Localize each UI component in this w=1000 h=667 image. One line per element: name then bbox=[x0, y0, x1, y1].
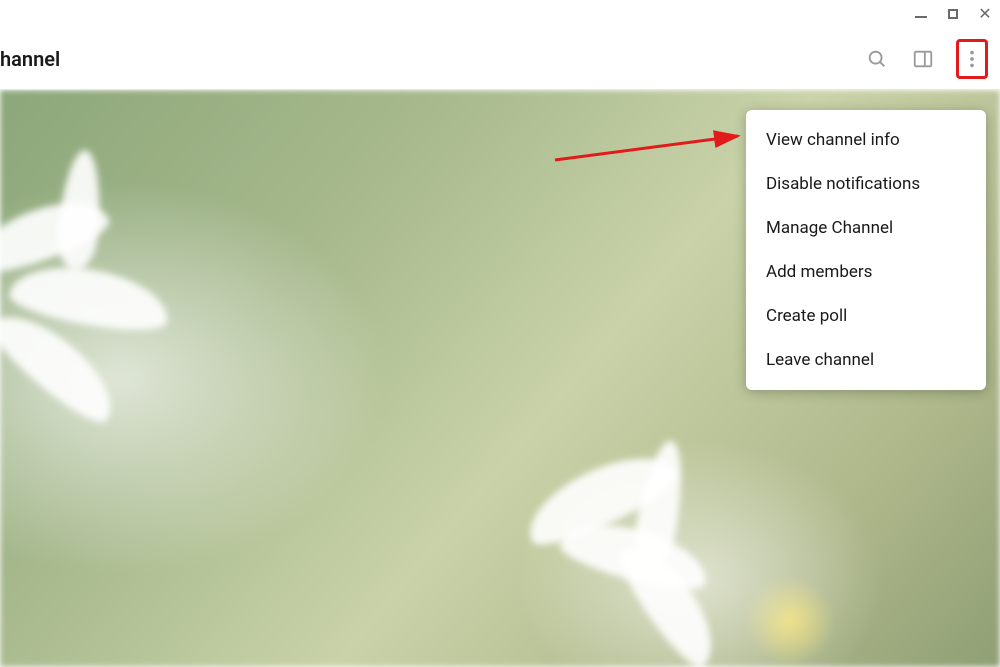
menu-item-add-members[interactable]: Add members bbox=[746, 250, 986, 294]
vertical-dots-icon bbox=[961, 48, 983, 70]
search-button[interactable] bbox=[864, 46, 890, 72]
window-close-button[interactable]: ✕ bbox=[978, 7, 992, 21]
search-icon bbox=[866, 48, 888, 70]
menu-item-view-channel-info[interactable]: View channel info bbox=[746, 118, 986, 162]
menu-item-disable-notifications[interactable]: Disable notifications bbox=[746, 162, 986, 206]
sidebar-toggle-button[interactable] bbox=[910, 46, 936, 72]
panel-icon bbox=[912, 48, 934, 70]
header-actions bbox=[864, 39, 992, 79]
more-options-button[interactable] bbox=[961, 46, 983, 72]
window-titlebar: ✕ bbox=[0, 0, 1000, 28]
chat-header: hannel bbox=[0, 28, 1000, 90]
channel-title: hannel bbox=[0, 47, 60, 71]
menu-item-manage-channel[interactable]: Manage Channel bbox=[746, 206, 986, 250]
window-maximize-button[interactable] bbox=[946, 7, 960, 21]
highlight-box bbox=[956, 39, 988, 79]
window-minimize-button[interactable] bbox=[914, 7, 928, 21]
menu-item-leave-channel[interactable]: Leave channel bbox=[746, 338, 986, 382]
more-options-menu: View channel info Disable notifications … bbox=[746, 110, 986, 390]
menu-item-create-poll[interactable]: Create poll bbox=[746, 294, 986, 338]
